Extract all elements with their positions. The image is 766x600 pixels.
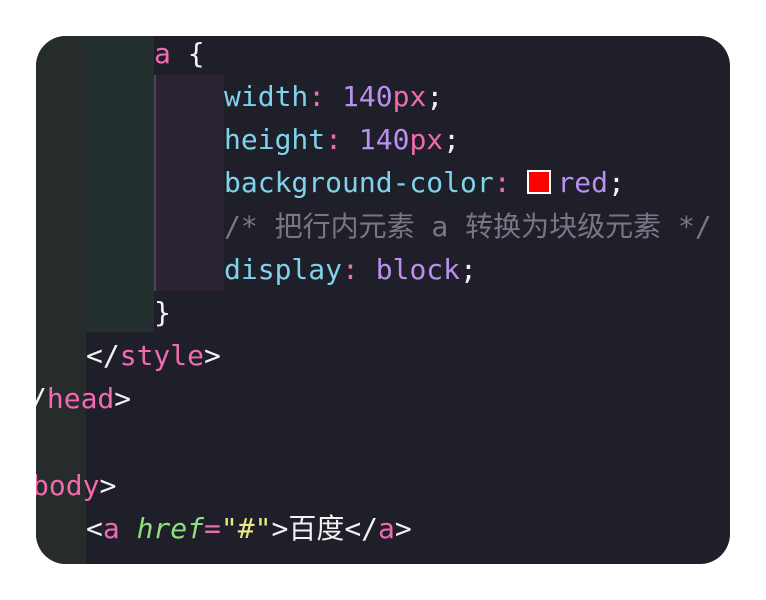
code-line-background-color: background-color: red; bbox=[224, 161, 625, 205]
html-attribute: href bbox=[136, 512, 205, 545]
semicolon: ; bbox=[608, 166, 625, 199]
colon: : bbox=[342, 253, 376, 286]
indent-guide-line bbox=[154, 75, 156, 291]
anchor-text: 百度 bbox=[288, 512, 345, 545]
css-unit: px bbox=[392, 80, 427, 113]
html-tag: a bbox=[102, 512, 120, 545]
css-property: width bbox=[224, 80, 309, 113]
code-line-selector: a { bbox=[154, 36, 205, 76]
code-line-display: display: block; bbox=[224, 248, 477, 292]
quote: " bbox=[220, 512, 238, 545]
css-selector: a bbox=[154, 37, 171, 70]
css-property: height bbox=[224, 123, 326, 156]
code-line-comment: /* 把行内元素 a 转换为块级元素 */ bbox=[224, 210, 712, 243]
quote: " bbox=[254, 512, 272, 545]
css-value: red bbox=[557, 166, 609, 199]
css-number: 140 bbox=[342, 80, 393, 113]
html-tag: style bbox=[119, 339, 205, 372]
attribute-value: # bbox=[237, 512, 255, 545]
tag-bracket: > bbox=[114, 382, 132, 415]
color-swatch-icon[interactable] bbox=[527, 170, 552, 194]
indent-guide-style-block bbox=[86, 36, 154, 332]
css-number: 140 bbox=[358, 123, 410, 156]
colon: : bbox=[493, 166, 528, 199]
code-line-close-style: </style> bbox=[86, 334, 221, 378]
css-unit: px bbox=[409, 123, 444, 156]
open-brace: { bbox=[170, 37, 205, 70]
semicolon: ; bbox=[426, 80, 444, 113]
indent-guide-rule-block bbox=[154, 75, 224, 291]
tag-bracket: > bbox=[204, 339, 221, 372]
semicolon: ; bbox=[443, 123, 461, 156]
code-line-anchor: <a href="#">百度</a> bbox=[86, 507, 412, 551]
code-line-height: height: 140px; bbox=[224, 118, 460, 162]
tag-bracket: / bbox=[36, 382, 47, 415]
html-tag: body bbox=[36, 469, 100, 502]
colon: : bbox=[308, 80, 343, 113]
tag-bracket: > bbox=[394, 512, 412, 545]
code-line-width: width: 140px; bbox=[224, 75, 443, 119]
semicolon: ; bbox=[460, 253, 477, 286]
tag-bracket: </ bbox=[86, 339, 120, 372]
tag-bracket: > bbox=[271, 512, 289, 545]
code-editor-window: a { width: 140px; height: 140px; backgro… bbox=[36, 36, 730, 564]
code-line-body: body> bbox=[36, 464, 116, 508]
html-tag: a bbox=[378, 512, 395, 545]
html-tag: head bbox=[46, 382, 115, 415]
equals-sign: = bbox=[204, 512, 221, 545]
colon: : bbox=[325, 123, 359, 156]
tag-bracket: > bbox=[99, 469, 117, 502]
code-line-close-brace: } bbox=[154, 296, 171, 329]
css-value: block bbox=[375, 253, 461, 286]
code-line-close-head: /head> bbox=[36, 377, 131, 421]
css-property: display bbox=[224, 253, 343, 286]
css-property: background-color bbox=[224, 166, 494, 199]
tag-bracket: < bbox=[86, 512, 103, 545]
tag-bracket: </ bbox=[344, 512, 379, 545]
